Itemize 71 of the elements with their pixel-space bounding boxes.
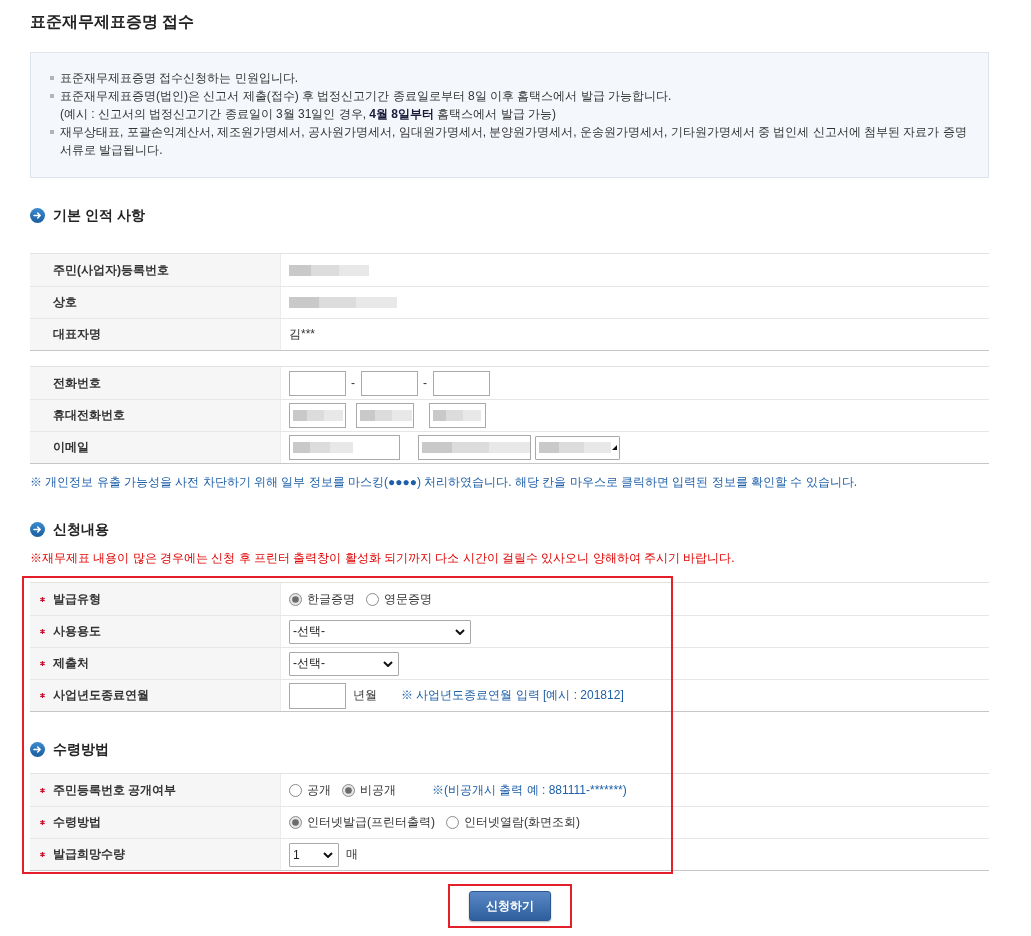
text-input[interactable] [289, 682, 346, 709]
text-input[interactable] [289, 370, 346, 396]
radio-label[interactable]: 비공개 [360, 781, 396, 799]
privacy-note: ※ 개인정보 유출 가능성을 사전 차단하기 위해 일부 정보를 마스킹(●●●●) 처리하였습니다. 해당 칸을 마우스로 클릭하면 입력된 정보를 확인할 수 있습니다. [30, 474, 858, 491]
section-heading: 수령방법 [53, 740, 109, 759]
unit-text: 년월 [353, 687, 377, 704]
radio-button[interactable] [446, 816, 459, 829]
field-label: 대표자명 [53, 326, 101, 343]
chevron-down-icon [383, 660, 393, 667]
text-input[interactable] [429, 403, 486, 428]
radio-label[interactable]: 인터넷열람(화면조회) [464, 814, 580, 831]
chevron-down-icon [455, 628, 465, 635]
hint-text: ※ 사업년도종료연월 입력 [예시 : 201812] [401, 687, 624, 704]
square-bullet-icon [50, 130, 54, 134]
text-input[interactable] [418, 435, 531, 460]
field-label: 이메일 [53, 439, 89, 456]
dropdown-select[interactable]: -선택- [289, 651, 399, 676]
text-input[interactable] [433, 370, 490, 396]
warning-text: ※재무제표 내용이 많은 경우에는 신청 후 프린터 출력창이 활성화 되기까지 다소 시간이 걸릴수 있사오니 양해하여 주시기 바랍니다. [30, 550, 736, 567]
unit-text: 매 [346, 846, 358, 863]
chevron-down-icon [323, 851, 333, 858]
text-input[interactable] [289, 403, 346, 428]
field-label: 사업년도종료연월 [53, 687, 149, 704]
masked-value-blur [293, 410, 343, 421]
dropdown-select[interactable]: -선택- [289, 619, 471, 644]
arrow-circle-icon [30, 741, 45, 757]
radio-label[interactable]: 공개 [307, 781, 331, 799]
page-title: 표준재무제표증명 접수 [30, 12, 196, 32]
square-bullet-icon [50, 76, 54, 80]
submit-button[interactable]: 신청하기 [468, 891, 551, 921]
text-input[interactable] [361, 370, 418, 396]
square-bullet-icon [50, 94, 54, 98]
radio-button[interactable] [289, 783, 302, 797]
text-input[interactable] [289, 435, 400, 460]
field-label: 제출처 [53, 655, 89, 672]
field-label: 주민등록번호 공개여부 [53, 781, 177, 799]
field-label: 발급희망수량 [53, 846, 125, 863]
dropdown-arrow-icon [612, 445, 617, 450]
field-label: 발급유형 [53, 590, 101, 608]
dash-separator: - [351, 376, 355, 390]
radio-button[interactable] [366, 592, 379, 606]
radio-label[interactable]: 인터넷발급(프린터출력) [307, 814, 435, 831]
section-heading: 신청내용 [53, 520, 109, 539]
field-label: 사용용도 [53, 623, 101, 640]
masked-value-blur [360, 410, 412, 421]
radio-label[interactable]: 영문증명 [384, 590, 432, 608]
hint-text: ※(비공개시 출력 예 : 881111-*******) [432, 781, 627, 799]
masked-value-blur [539, 442, 611, 453]
notice-text: 표준재무제표증명 접수신청하는 민원입니다. [60, 70, 298, 87]
dash-separator: - [423, 376, 427, 390]
field-label: 상호 [53, 294, 77, 311]
notice-text: 재무상태표, 포괄손익계산서, 제조원가명세서, 공사원가명세서, 임대원가명세서, 분양원가명세서, 운송원가명세서, 기타원가명세서 중 법인세 신고서에 첨부된 자료가 증명 서류로 발급됩니다. [60, 124, 968, 159]
field-label: 수령방법 [53, 814, 101, 831]
value-text: 김*** [289, 326, 315, 343]
radio-label[interactable]: 한글증명 [307, 590, 355, 608]
arrow-circle-icon [30, 207, 45, 223]
dropdown-select[interactable] [535, 435, 620, 460]
masked-value-blur [293, 442, 353, 453]
field-label: 주민(사업자)등록번호 [53, 261, 169, 279]
field-label: 전화번호 [53, 374, 101, 392]
notice-text: (예시 : 신고서의 법정신고기간 종료일이 3월 31일인 경우, 4월 8일부터 홈택스에서 발급 가능) [60, 106, 558, 123]
notice-text: 표준재무제표증명(법인)은 신고서 제출(접수) 후 법정신고기간 종료일로부터 8일 이후 홈택스에서 발급 가능합니다. [60, 88, 672, 105]
field-label: 휴대전화번호 [53, 407, 125, 424]
section-heading: 기본 인적 사항 [53, 206, 145, 225]
radio-button[interactable] [342, 783, 355, 797]
radio-button[interactable] [289, 592, 302, 606]
dropdown-select[interactable]: 1 [289, 842, 339, 867]
masked-value-blur [433, 410, 481, 421]
arrow-circle-icon [30, 521, 45, 537]
radio-button[interactable] [289, 816, 302, 829]
text-input[interactable] [356, 403, 414, 428]
